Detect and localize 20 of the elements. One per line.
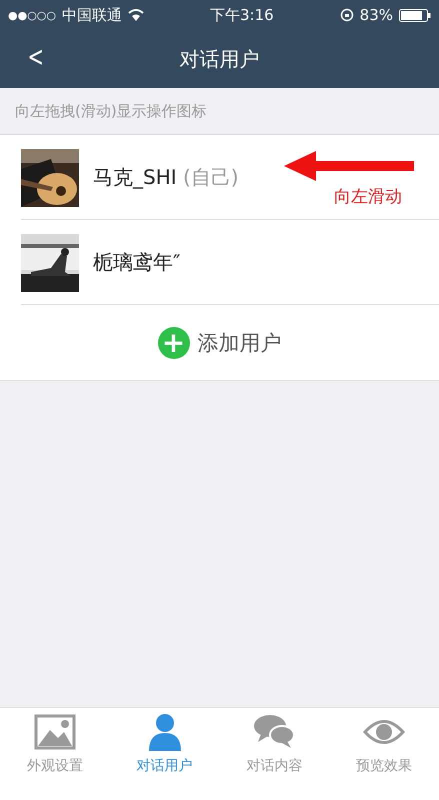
screen-title: 对话用户 xyxy=(180,46,260,72)
picture-icon xyxy=(34,714,76,750)
wifi-icon xyxy=(128,9,144,21)
person-icon xyxy=(146,713,183,751)
rotation-lock-icon xyxy=(340,8,354,22)
user-row[interactable]: 马克_SHI (自己) 向左滑动 xyxy=(0,135,439,220)
annotation-text: 向左滑动 xyxy=(334,186,402,208)
user-name: 马克_SHI (自己) xyxy=(93,164,239,191)
user-name: 栀璃鸢年″ xyxy=(93,249,180,276)
battery-icon xyxy=(399,8,431,22)
carrier-name: 中国联通 xyxy=(62,6,122,24)
user-row[interactable]: 栀璃鸢年″ xyxy=(0,220,439,305)
chat-icon xyxy=(253,714,296,750)
arrow-icon xyxy=(284,151,414,181)
signal-dots: ●●○○○ xyxy=(8,8,56,22)
back-button[interactable]: < xyxy=(24,40,47,73)
hint-text: 向左拖拽(滑动)显示操作图标 xyxy=(15,102,207,120)
battery-percent: 83% xyxy=(360,6,393,24)
clock-time: 下午3:16 xyxy=(210,6,274,24)
eye-icon xyxy=(363,717,406,747)
